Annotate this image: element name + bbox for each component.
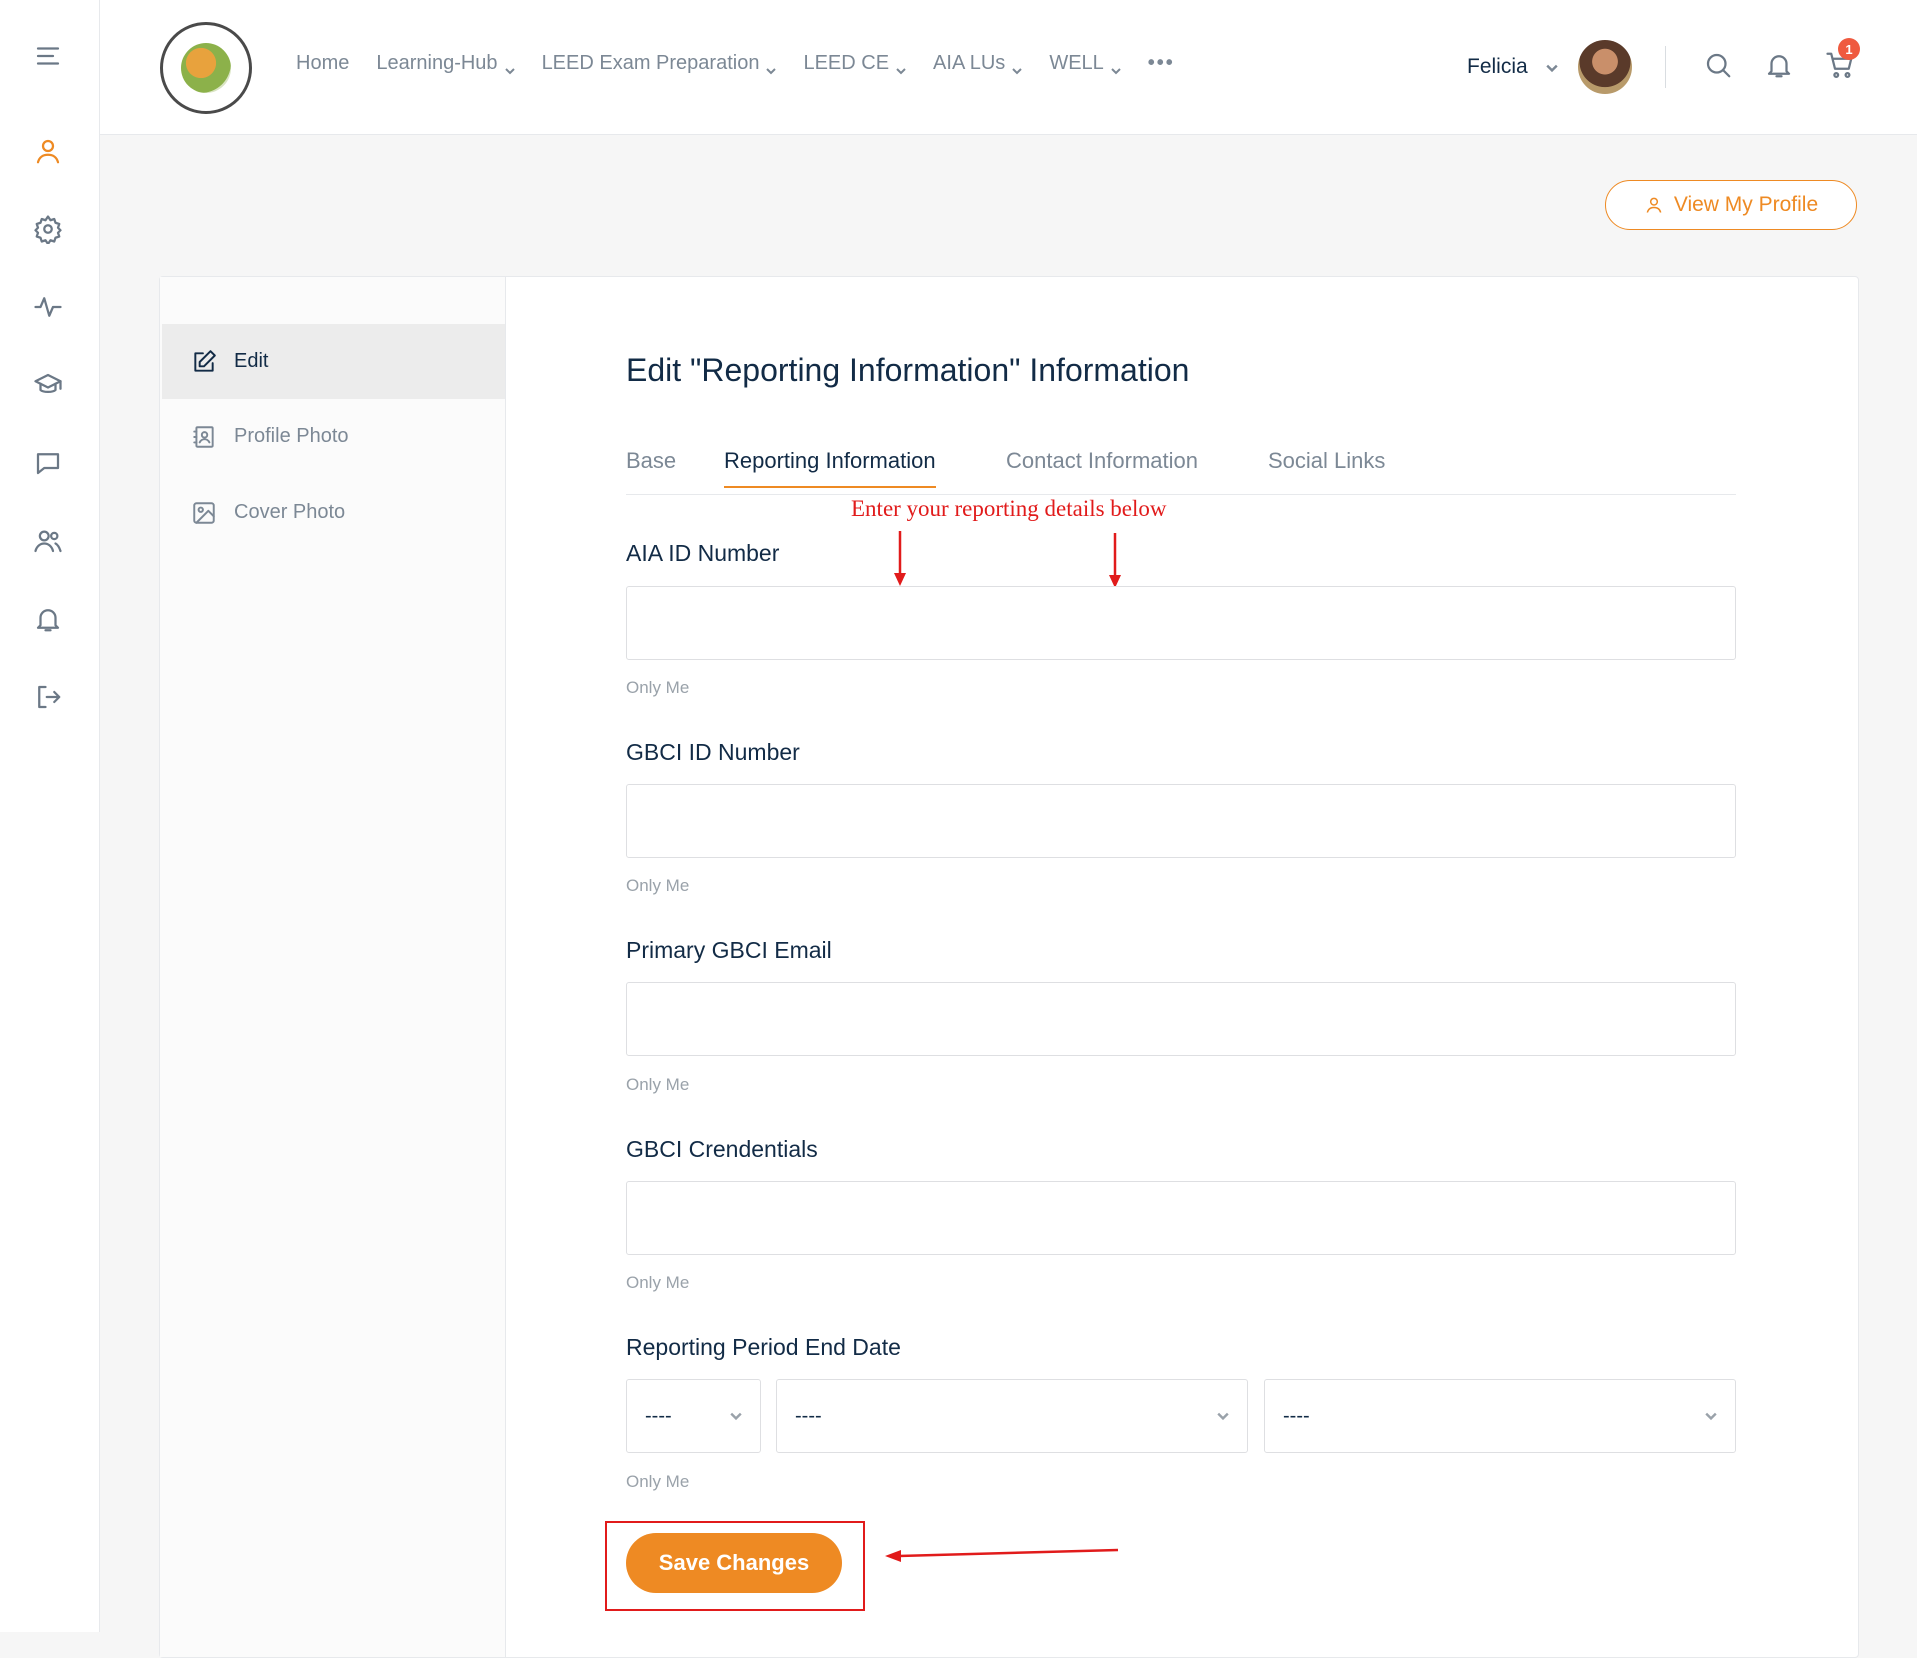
nav-label: Home xyxy=(296,52,350,74)
logout-icon[interactable] xyxy=(30,679,66,715)
nav-learning-hub[interactable]: Learning-Hub xyxy=(376,52,515,75)
profile-photo-icon xyxy=(190,423,218,451)
nav-label: LEED CE xyxy=(803,52,890,74)
tab-social-links[interactable]: Social Links xyxy=(1268,448,1385,486)
aia-id-label: AIA ID Number xyxy=(626,540,780,566)
month-select[interactable]: ---- xyxy=(776,1379,1248,1453)
sidebar-item-edit[interactable]: Edit xyxy=(162,324,505,399)
visibility-setting[interactable]: Only Me xyxy=(626,1075,689,1095)
sidebar-item-profile-photo[interactable]: Profile Photo xyxy=(162,399,505,474)
nav-leed-exam-preparation[interactable]: LEED Exam Preparation xyxy=(542,52,777,75)
page-title: Edit "Reporting Information" Information xyxy=(626,352,1190,388)
primary-gbci-email-label: Primary GBCI Email xyxy=(626,937,832,963)
nav-label: Learning-Hub xyxy=(376,52,498,74)
gbci-id-input[interactable] xyxy=(626,784,1736,858)
visibility-setting[interactable]: Only Me xyxy=(626,1472,689,1492)
nav-leed-ce[interactable]: LEED CE xyxy=(803,52,906,75)
profile-sidebar: Edit Profile Photo Cover Photo xyxy=(160,277,506,1657)
nav-label: WELL xyxy=(1049,52,1104,74)
visibility-setting[interactable]: Only Me xyxy=(626,1273,689,1293)
chevron-down-icon xyxy=(730,1412,742,1421)
chevron-down-icon[interactable] xyxy=(1546,61,1558,73)
tab-contact-information[interactable]: Contact Information xyxy=(1006,448,1198,486)
reporting-period-end-date-label: Reporting Period End Date xyxy=(626,1334,901,1360)
aia-id-input[interactable] xyxy=(626,586,1736,660)
profile-tabs: Base Reporting Information Contact Infor… xyxy=(626,448,1736,495)
profile-icon[interactable] xyxy=(30,133,66,169)
user-name[interactable]: Felicia xyxy=(1467,55,1528,79)
year-select[interactable]: ---- xyxy=(1264,1379,1736,1453)
chevron-down-icon xyxy=(1217,1412,1229,1421)
bell-icon[interactable] xyxy=(1761,47,1797,83)
sidebar-item-label: Edit xyxy=(234,350,269,372)
gbci-id-label: GBCI ID Number xyxy=(626,739,800,765)
avatar[interactable] xyxy=(1578,40,1632,94)
chevron-down-icon xyxy=(766,59,777,74)
day-select[interactable]: ---- xyxy=(626,1379,761,1453)
search-icon[interactable] xyxy=(1700,47,1736,83)
activity-icon[interactable] xyxy=(30,289,66,325)
profile-icon xyxy=(1646,197,1662,213)
tab-reporting-information[interactable]: Reporting Information xyxy=(724,448,936,488)
visibility-setting[interactable]: Only Me xyxy=(626,876,689,896)
chevron-down-icon xyxy=(1111,59,1121,74)
primary-gbci-email-input[interactable] xyxy=(626,982,1736,1056)
edit-icon xyxy=(190,348,218,376)
chat-icon[interactable] xyxy=(30,445,66,481)
nav-home[interactable]: Home xyxy=(296,52,349,75)
sidebar-item-cover-photo[interactable]: Cover Photo xyxy=(162,475,505,550)
main-nav: Home Learning-Hub LEED Exam Preparation … xyxy=(296,52,1175,75)
header-divider xyxy=(1665,46,1666,88)
annotation-arrow-down xyxy=(893,531,907,587)
annotation-arrow-down xyxy=(1108,533,1122,589)
nav-well[interactable]: WELL xyxy=(1049,52,1121,75)
chevron-down-icon xyxy=(1705,1412,1717,1421)
graduation-cap-icon[interactable] xyxy=(30,367,66,403)
bell-icon[interactable] xyxy=(30,601,66,637)
annotation-text: Enter your reporting details below xyxy=(851,496,1167,521)
chevron-down-icon xyxy=(896,59,906,74)
group-icon[interactable] xyxy=(30,523,66,559)
top-header: Home Learning-Hub LEED Exam Preparation … xyxy=(100,0,1917,135)
gbci-credentials-input[interactable] xyxy=(626,1181,1736,1255)
sidebar-item-label: Profile Photo xyxy=(234,425,349,447)
chevron-down-icon xyxy=(1012,59,1023,74)
annotation-arrow-left xyxy=(885,1545,1120,1565)
left-rail xyxy=(0,0,100,1632)
visibility-setting[interactable]: Only Me xyxy=(626,678,689,698)
nav-label: LEED Exam Preparation xyxy=(541,52,760,74)
select-value: ---- xyxy=(795,1404,822,1427)
more-menu-button[interactable]: ••• xyxy=(1148,52,1175,75)
tab-base[interactable]: Base xyxy=(626,448,676,486)
nav-aia-lus[interactable]: AIA LUs xyxy=(933,52,1023,75)
gbci-credentials-label: GBCI Crendentials xyxy=(626,1136,818,1162)
logo-emblem xyxy=(181,43,231,93)
view-my-profile-button[interactable]: View My Profile xyxy=(1605,180,1857,230)
save-changes-button[interactable]: Save Changes xyxy=(626,1533,842,1593)
gbri-logo[interactable] xyxy=(160,22,252,114)
cart-count-badge: 1 xyxy=(1838,38,1860,60)
gear-icon[interactable] xyxy=(30,211,66,247)
select-value: ---- xyxy=(645,1404,672,1427)
menu-icon[interactable] xyxy=(30,38,66,74)
image-icon xyxy=(190,499,218,527)
nav-label: AIA LUs xyxy=(933,52,1006,74)
select-value: ---- xyxy=(1283,1404,1310,1427)
chevron-down-icon xyxy=(504,59,515,74)
view-my-profile-label: View My Profile xyxy=(1673,193,1819,216)
sidebar-item-label: Cover Photo xyxy=(234,501,346,523)
